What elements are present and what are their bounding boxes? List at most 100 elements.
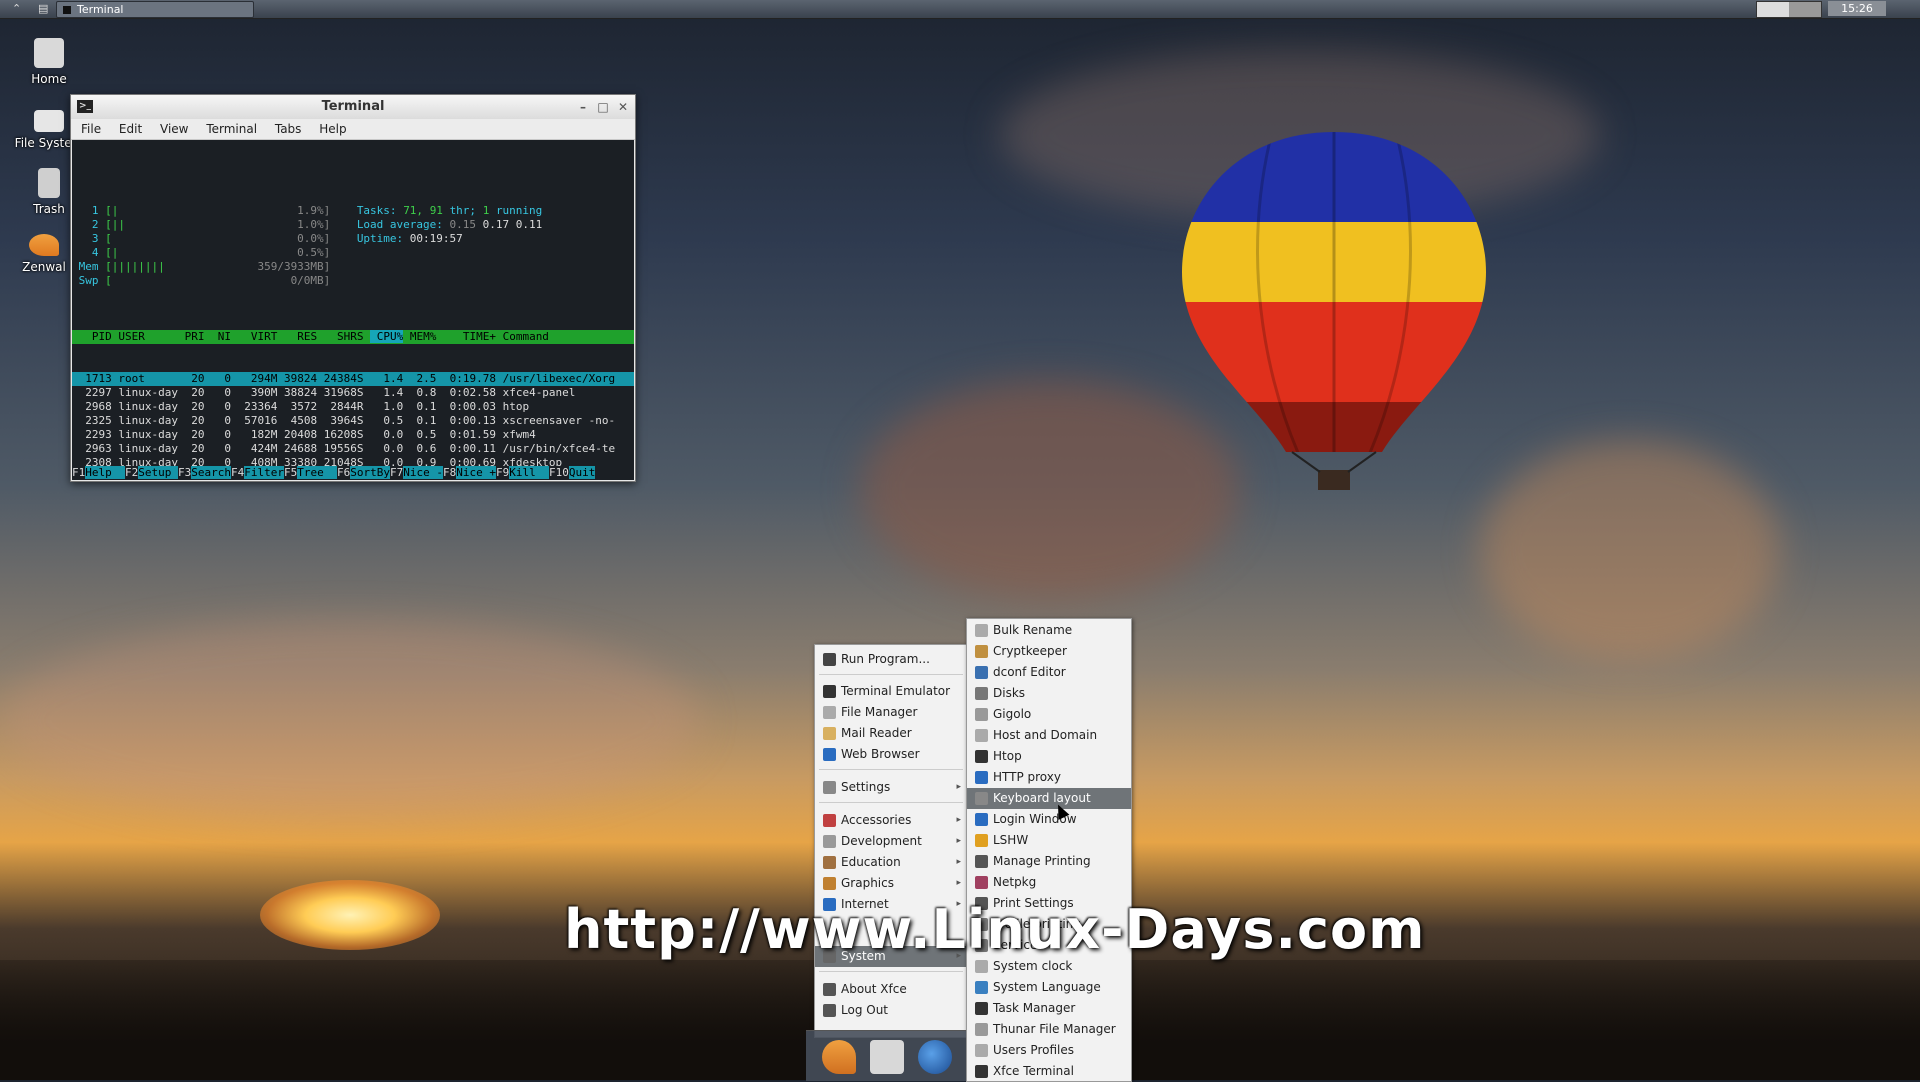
- file-manager-icon[interactable]: [870, 1040, 904, 1074]
- table-cell: 39824: [277, 372, 318, 385]
- submenu-item-disks[interactable]: Disks: [967, 683, 1131, 704]
- menu-file[interactable]: File: [81, 122, 101, 136]
- fkey-f4[interactable]: F4Filter: [231, 466, 284, 479]
- terminal-menubar: File Edit View Terminal Tabs Help: [71, 119, 635, 140]
- maximize-button[interactable]: □: [595, 99, 611, 115]
- fkey-f2[interactable]: F2Setup: [125, 466, 178, 479]
- menu-item-about-xfce[interactable]: About Xfce: [815, 979, 967, 1000]
- column-header-pri[interactable]: PRI: [178, 330, 205, 343]
- web-browser-icon[interactable]: [918, 1040, 952, 1074]
- column-header-res[interactable]: RES: [277, 330, 317, 343]
- fkey-f8[interactable]: F8Nice +: [443, 466, 496, 479]
- menu-view[interactable]: View: [160, 122, 188, 136]
- submenu-item-gigolo[interactable]: Gigolo: [967, 704, 1131, 725]
- terminal-window[interactable]: >_ Terminal – □ ✕ File Edit View Termina…: [70, 94, 636, 482]
- meter-bar: [|: [105, 204, 251, 217]
- submenu-item-system-language[interactable]: System Language: [967, 977, 1131, 998]
- menu-help[interactable]: Help: [319, 122, 346, 136]
- submenu-item-thunar-file-manager[interactable]: Thunar File Manager: [967, 1019, 1131, 1040]
- up-arrow-icon[interactable]: ⌃: [12, 2, 21, 16]
- menu-terminal[interactable]: Terminal: [206, 122, 257, 136]
- meter-stat: [443, 204, 450, 217]
- menu-item-development[interactable]: Development ▸: [815, 831, 967, 852]
- process-table-header[interactable]: PID USER PRI NI VIRT RES SHRS CPU% MEM% …: [72, 330, 634, 344]
- fkey-f5[interactable]: F5Tree: [284, 466, 337, 479]
- terminal-icon: >_: [77, 100, 93, 113]
- menu-separator: [819, 971, 963, 972]
- taskbar-terminal-button[interactable]: Terminal: [56, 1, 254, 18]
- submenu-item-host-and-domain[interactable]: Host and Domain: [967, 725, 1131, 746]
- lshw-icon: [975, 834, 988, 847]
- fkey-f1[interactable]: F1Help: [72, 466, 125, 479]
- column-header-command[interactable]: Command: [496, 330, 549, 343]
- function-key-bar[interactable]: F1Help F2Setup F3SearchF4FilterF5Tree F6…: [72, 466, 634, 480]
- table-row[interactable]: 1713 root 20 0 294M 39824 24384S 1.4 2.5…: [72, 372, 634, 386]
- column-header-ni[interactable]: NI: [204, 330, 231, 343]
- table-row[interactable]: 2963 linux-day 20 0 424M 24688 19556S 0.…: [72, 442, 634, 456]
- menu-item-file-manager[interactable]: File Manager: [815, 702, 967, 723]
- column-header-pid[interactable]: PID: [72, 330, 112, 343]
- column-header-user[interactable]: USER: [112, 330, 178, 343]
- menu-item-education[interactable]: Education ▸: [815, 852, 967, 873]
- submenu-item-xfce-terminal[interactable]: Xfce Terminal: [967, 1061, 1131, 1082]
- table-cell: 38824: [277, 386, 318, 399]
- fkey-f3[interactable]: F3Search: [178, 466, 231, 479]
- desktop-icon-home[interactable]: Home: [9, 38, 89, 86]
- menu-item-log-out[interactable]: Log Out: [815, 1000, 967, 1021]
- menu-item-accessories[interactable]: Accessories ▸: [815, 810, 967, 831]
- menu-item-settings[interactable]: Settings ▸: [815, 777, 967, 798]
- table-row[interactable]: 2297 linux-day 20 0 390M 38824 31968S 1.…: [72, 386, 634, 400]
- fkey-f6[interactable]: F6SortBy: [337, 466, 390, 479]
- table-row[interactable]: 2968 linux-day 20 0 23364 3572 2844R 1.0…: [72, 400, 634, 414]
- submenu-item-htop[interactable]: Htop: [967, 746, 1131, 767]
- submenu-item-cryptkeeper[interactable]: Cryptkeeper: [967, 641, 1131, 662]
- column-header-shr[interactable]: SHR: [317, 330, 357, 343]
- table-cell: 20: [177, 386, 205, 399]
- submenu-item-lshw[interactable]: LSHW: [967, 830, 1131, 851]
- submenu-item-label: Htop: [993, 749, 1022, 763]
- column-header-time[interactable]: TIME+: [436, 330, 496, 343]
- menu-tabs[interactable]: Tabs: [275, 122, 302, 136]
- fkey-key: F5: [284, 466, 298, 479]
- window-titlebar[interactable]: >_ Terminal – □ ✕: [71, 95, 635, 119]
- submenu-item-netpkg[interactable]: Netpkg: [967, 872, 1131, 893]
- menu-item-terminal-emulator[interactable]: Terminal Emulator: [815, 681, 967, 702]
- fkey-key: F9: [496, 466, 510, 479]
- fkey-f7[interactable]: F7Nice -: [390, 466, 443, 479]
- submenu-item-task-manager[interactable]: Task Manager: [967, 998, 1131, 1019]
- menu-item-mail-reader[interactable]: Mail Reader: [815, 723, 967, 744]
- workspace-2[interactable]: [1789, 2, 1821, 17]
- column-header-mem[interactable]: MEM%: [403, 330, 437, 343]
- menu-item-run-program[interactable]: Run Program...: [815, 649, 967, 670]
- minimize-button[interactable]: –: [575, 99, 591, 115]
- table-cell: 31968: [317, 386, 357, 399]
- column-header-cpu[interactable]: CPU%: [370, 330, 404, 343]
- htop-output[interactable]: 1 [| 1.9%] Tasks: 71, 91 thr; 1 running …: [72, 140, 634, 480]
- menu-edit[interactable]: Edit: [119, 122, 142, 136]
- table-row[interactable]: 2293 linux-day 20 0 182M 20408 16208S 0.…: [72, 428, 634, 442]
- menu-item-graphics[interactable]: Graphics ▸: [815, 873, 967, 894]
- column-header-s[interactable]: S: [357, 330, 370, 343]
- fkey-f9[interactable]: F9Kill: [496, 466, 549, 479]
- submenu-item-bulk-rename[interactable]: Bulk Rename: [967, 620, 1131, 641]
- window-list-icon[interactable]: ▤: [38, 2, 48, 16]
- submenu-item-login-window[interactable]: Login Window: [967, 809, 1131, 830]
- clock[interactable]: 15:26: [1828, 1, 1886, 16]
- fkey-f10[interactable]: F10Quit: [549, 466, 596, 479]
- submenu-item-keyboard-layout[interactable]: Keyboard layout: [967, 788, 1131, 809]
- submenu-item-users-profiles[interactable]: Users Profiles: [967, 1040, 1131, 1061]
- submenu-item-dconf-editor[interactable]: dconf Editor: [967, 662, 1131, 683]
- workspace-switcher[interactable]: [1756, 1, 1822, 18]
- column-header-virt[interactable]: VIRT: [231, 330, 278, 343]
- manage-printing-icon: [975, 855, 988, 868]
- menu-item-web-browser[interactable]: Web Browser: [815, 744, 967, 765]
- htop-meters: 1 [| 1.9%] Tasks: 71, 91 thr; 1 running …: [72, 204, 634, 288]
- table-cell: 16208: [317, 428, 357, 441]
- process-table[interactable]: 1713 root 20 0 294M 39824 24384S 1.4 2.5…: [72, 372, 634, 480]
- submenu-item-manage-printing[interactable]: Manage Printing: [967, 851, 1131, 872]
- zenwalk-menu-icon[interactable]: [822, 1040, 856, 1074]
- table-row[interactable]: 2325 linux-day 20 0 57016 4508 3964S 0.5…: [72, 414, 634, 428]
- workspace-1[interactable]: [1757, 2, 1789, 17]
- submenu-item-http-proxy[interactable]: HTTP proxy: [967, 767, 1131, 788]
- close-button[interactable]: ✕: [615, 99, 631, 115]
